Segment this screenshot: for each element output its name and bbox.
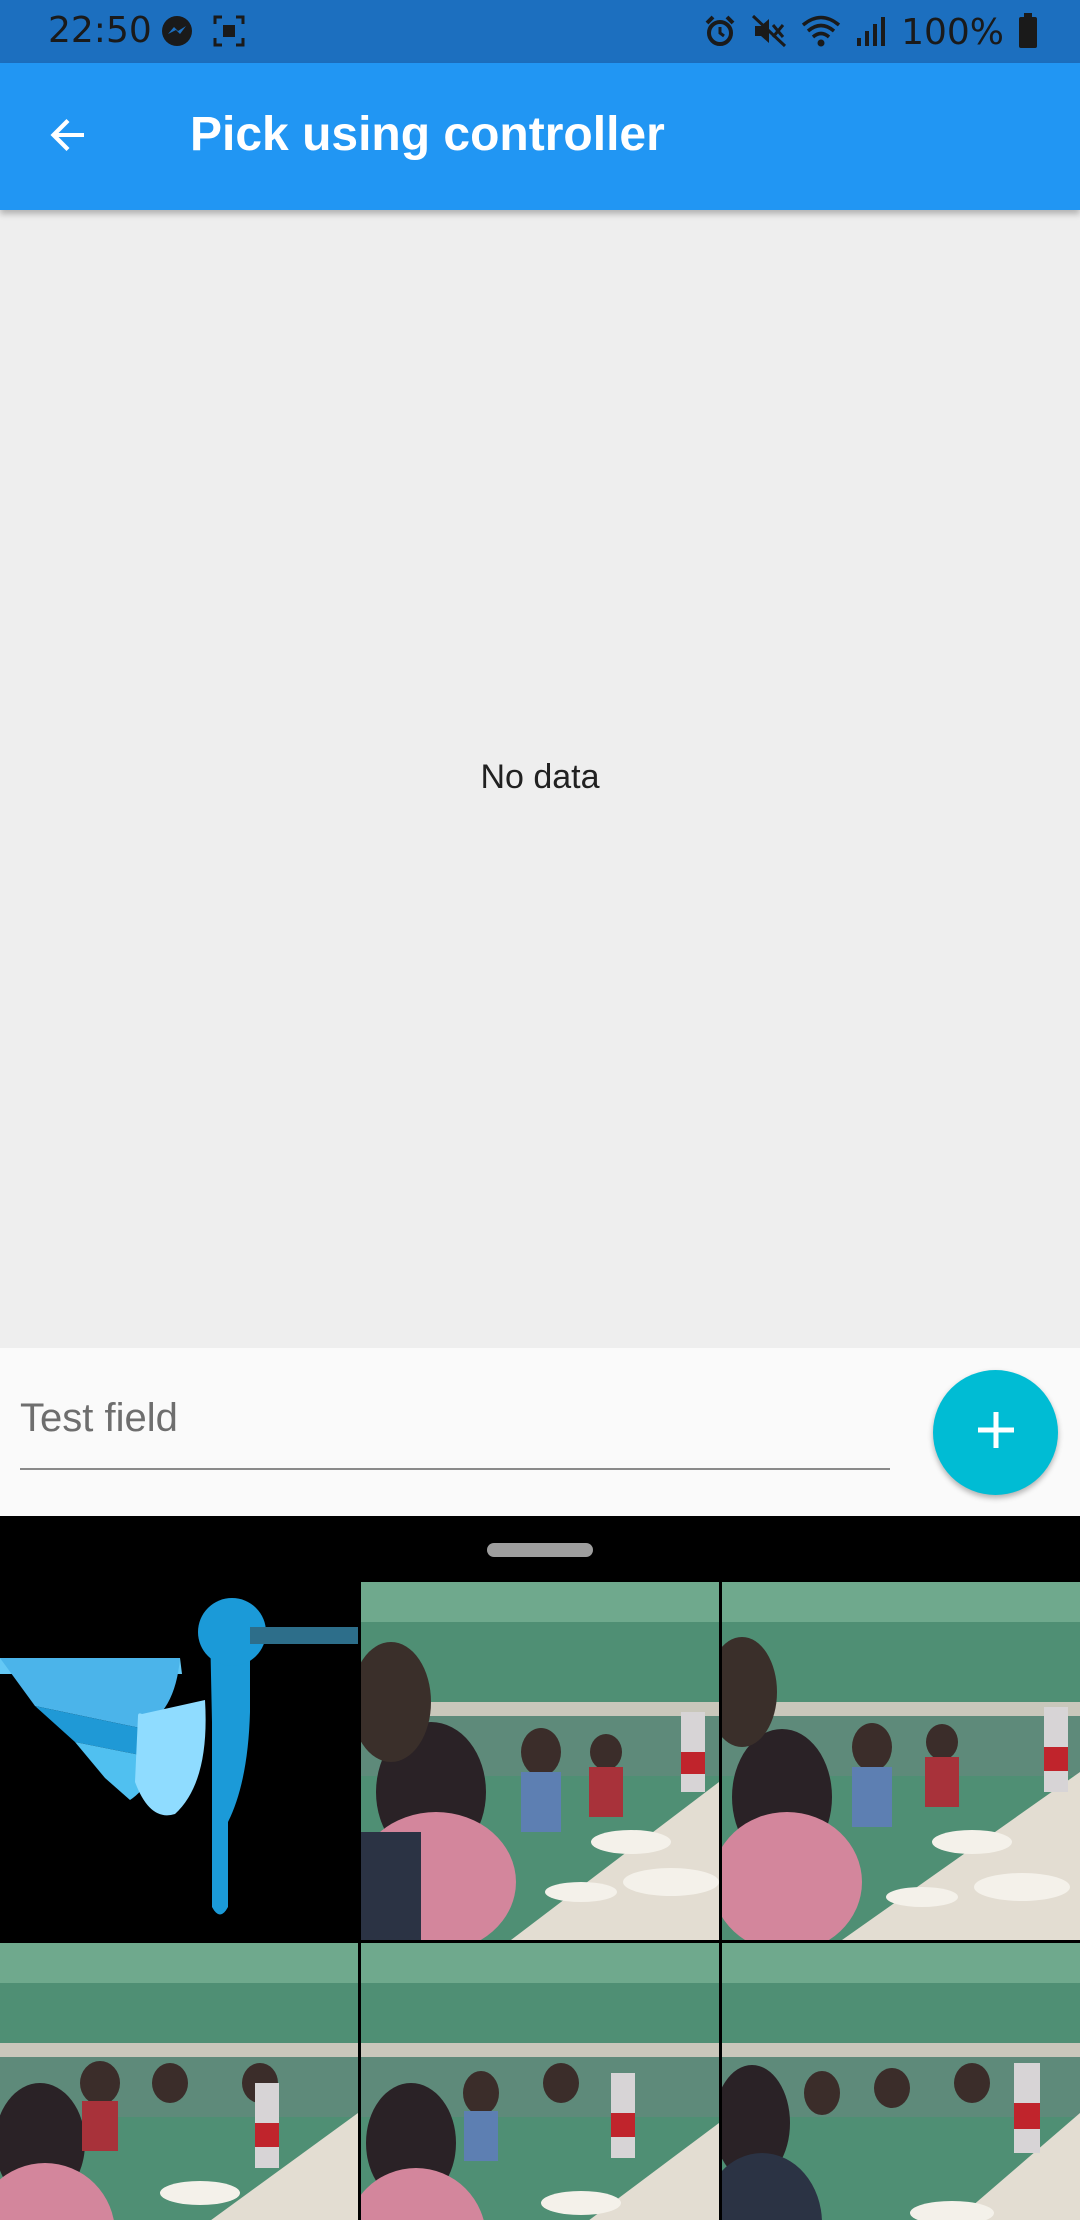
picker-item-photo[interactable]: [722, 1943, 1080, 2220]
test-field-input[interactable]: [20, 1368, 890, 1470]
empty-state-text: No data: [480, 758, 600, 796]
messenger-icon: [160, 14, 194, 52]
page-title: Pick using controller: [190, 108, 665, 161]
main-content: No data: [0, 210, 1080, 1348]
app-bar: Pick using controller: [0, 63, 1080, 210]
group-dinner-photo: [361, 1943, 719, 2220]
drag-handle[interactable]: [487, 1543, 593, 1557]
picker-item-photo[interactable]: [722, 1582, 1080, 1940]
mute-icon: [751, 14, 787, 52]
status-time: 22:50: [48, 10, 152, 51]
add-icon: [972, 1406, 1020, 1459]
battery-percent: 100%: [901, 12, 1004, 53]
status-right-icons: 100%: [703, 12, 1038, 53]
group-dinner-photo: [0, 1943, 358, 2220]
back-button[interactable]: [36, 105, 100, 169]
group-dinner-photo: [361, 1582, 719, 1940]
status-bar: 22:50 100%: [0, 0, 1080, 63]
picker-item-photo[interactable]: [361, 1582, 719, 1940]
add-button[interactable]: [933, 1370, 1058, 1495]
picker-item-logo[interactable]: [0, 1582, 358, 1940]
arrow-back-icon: [44, 111, 92, 164]
signal-icon: [855, 14, 887, 52]
hummingbird-logo: [0, 1582, 358, 1940]
media-picker-sheet: [0, 1516, 1080, 2220]
input-row: [0, 1348, 1080, 1516]
group-dinner-photo: [722, 1943, 1080, 2220]
status-left-icons: [160, 14, 246, 52]
battery-icon: [1018, 12, 1038, 53]
picker-item-photo[interactable]: [361, 1943, 719, 2220]
wifi-icon: [801, 14, 841, 52]
alarm-icon: [703, 14, 737, 52]
picker-item-photo[interactable]: [0, 1943, 358, 2220]
group-dinner-photo: [722, 1582, 1080, 1940]
screenshot-icon: [212, 14, 246, 52]
